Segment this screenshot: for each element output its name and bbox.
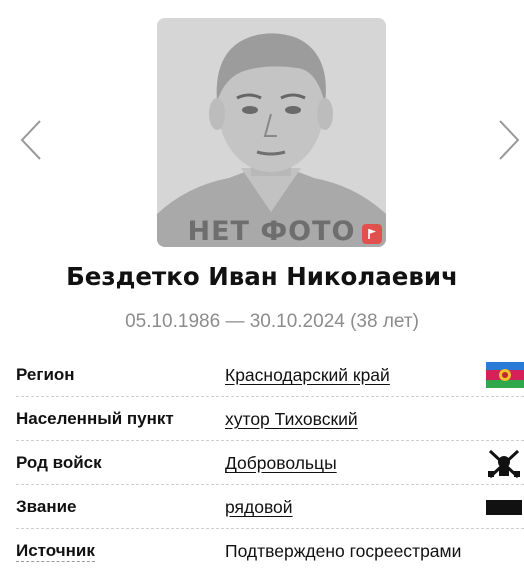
- person-photo: НЕТ ФОТО: [157, 18, 386, 247]
- crossed-swords-emblem-icon: [487, 449, 521, 479]
- detail-row-source: Источник Подтверждено госреестрами: [16, 529, 524, 572]
- detail-row-region: Регион Краснодарский край: [16, 353, 524, 397]
- rank-label: Звание: [16, 497, 77, 516]
- settlement-link[interactable]: хутор Тиховский: [225, 409, 358, 430]
- branch-label: Род войск: [16, 453, 102, 472]
- report-photo-button[interactable]: [362, 224, 382, 244]
- chevron-right-icon: [499, 120, 520, 160]
- person-name: Бездетко Иван Николаевич: [66, 262, 458, 291]
- detail-row-settlement: Населенный пункт хутор Тиховский: [16, 397, 524, 441]
- branch-link[interactable]: Добровольцы: [225, 453, 337, 474]
- detail-row-branch: Род войск Добровольцы: [16, 441, 524, 485]
- flag-icon: [368, 229, 376, 239]
- next-person-button[interactable]: [496, 118, 524, 162]
- region-label: Регион: [16, 365, 75, 384]
- life-dates: 05.10.1986 — 30.10.2024 (38 лет): [125, 311, 419, 332]
- rank-insignia-icon: [486, 500, 522, 515]
- krasnodar-flag-icon: [486, 362, 524, 388]
- source-value: Подтверждено госреестрами: [225, 541, 462, 561]
- rank-link[interactable]: рядовой: [225, 497, 293, 518]
- person-details: Регион Краснодарский край Населенный пун…: [16, 353, 524, 572]
- settlement-label: Населенный пункт: [16, 409, 174, 428]
- previous-person-button[interactable]: [16, 118, 44, 162]
- no-photo-label: НЕТ ФОТО: [187, 216, 356, 247]
- region-link[interactable]: Краснодарский край: [225, 365, 390, 386]
- detail-row-rank: Звание рядовой: [16, 485, 524, 529]
- chevron-left-icon: [20, 120, 41, 160]
- source-label[interactable]: Источник: [16, 541, 95, 562]
- portrait-placeholder-image: [157, 18, 386, 247]
